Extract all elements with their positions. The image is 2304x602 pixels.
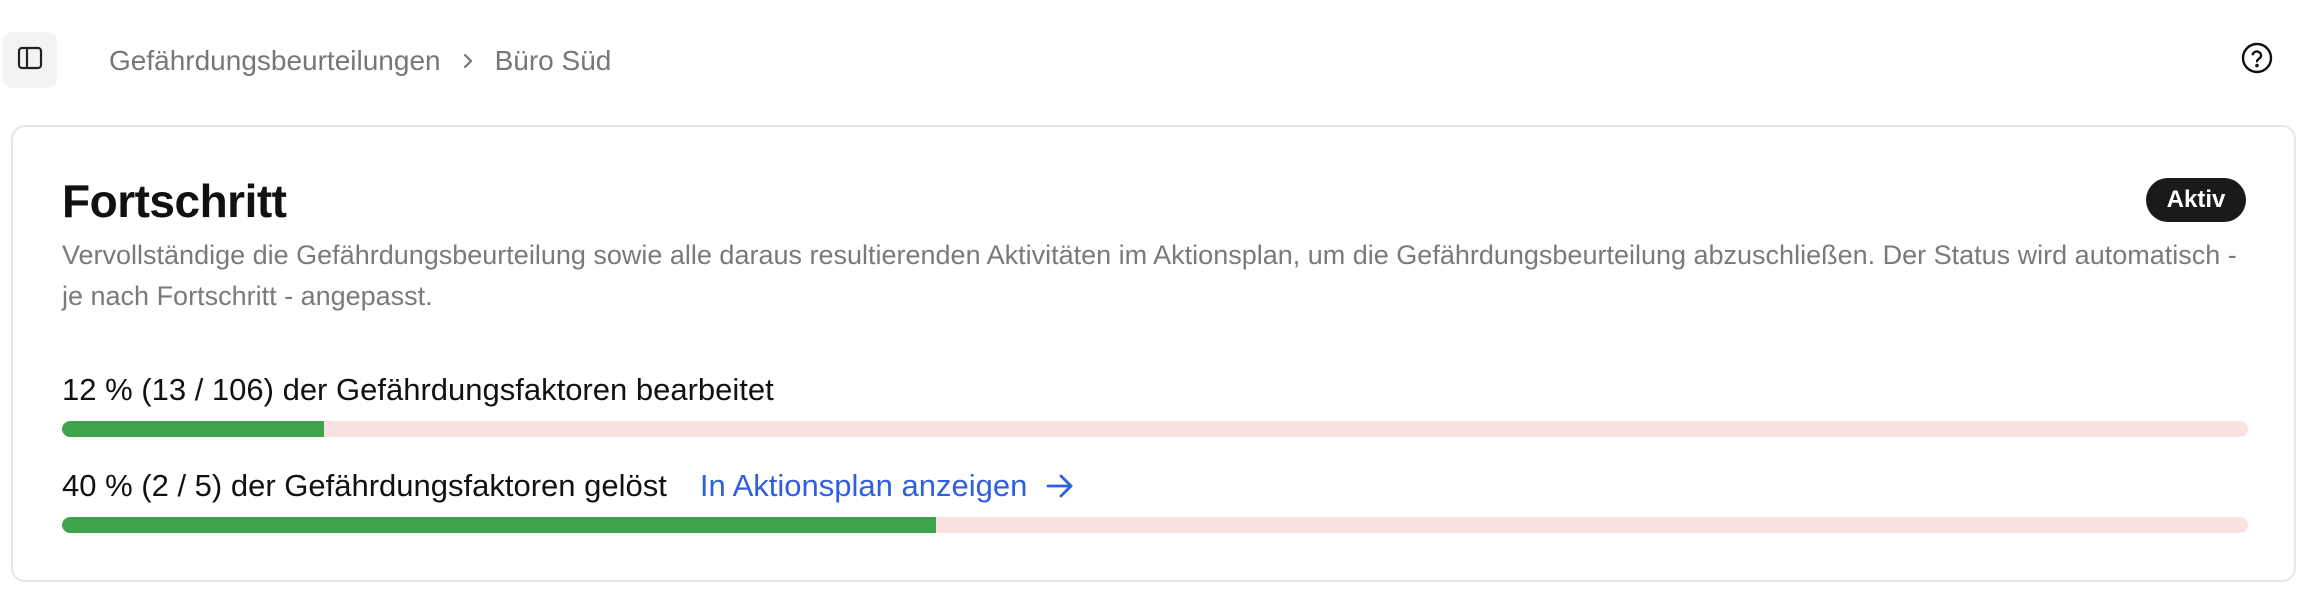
- breadcrumb-item-gefaehrdungsbeurteilungen[interactable]: Gefährdungsbeurteilungen: [109, 45, 441, 77]
- status-badge: Aktiv: [2146, 178, 2246, 222]
- top-bar: Gefährdungsbeurteilungen Büro Süd: [0, 0, 2304, 120]
- progress-text-geloest: 40 % (2 / 5) der Gefährdungsfaktoren gel…: [62, 468, 667, 503]
- sidebar-toggle-button[interactable]: [3, 32, 57, 88]
- help-button[interactable]: [2240, 41, 2274, 80]
- show-in-action-plan-link[interactable]: In Aktionsplan anzeigen: [700, 468, 1075, 504]
- breadcrumb-item-current: Büro Süd: [494, 45, 612, 76]
- sidebar-panel-icon: [16, 44, 44, 77]
- breadcrumb: Gefährdungsbeurteilungen Büro Süd: [109, 44, 611, 78]
- progress-label-geloest: 40 % (2 / 5) der Gefährdungsfaktoren gel…: [62, 468, 1075, 504]
- card-title: Fortschritt: [62, 175, 287, 227]
- chevron-right-icon: [461, 51, 475, 71]
- progress-fill-bearbeitet: [62, 421, 325, 437]
- arrow-right-icon: [1045, 472, 1075, 500]
- progress-bar-geloest: [62, 517, 2248, 533]
- progress-bar-bearbeitet: [62, 421, 2248, 437]
- progress-text-bearbeitet: 12 % (13 / 106) der Gefährdungsfaktoren …: [62, 372, 774, 407]
- progress-fill-geloest: [62, 517, 937, 533]
- progress-card: Fortschritt Aktiv Vervollständige die Ge…: [11, 125, 2296, 582]
- progress-label-bearbeitet: 12 % (13 / 106) der Gefährdungsfaktoren …: [62, 372, 774, 408]
- help-circle-icon: [2240, 41, 2274, 80]
- card-description: Vervollständige die Gefährdungsbeurteilu…: [62, 240, 2237, 311]
- action-link-label: In Aktionsplan anzeigen: [699, 468, 1028, 503]
